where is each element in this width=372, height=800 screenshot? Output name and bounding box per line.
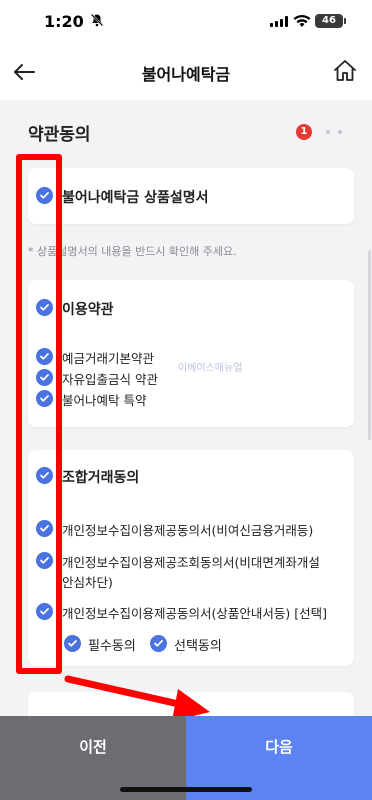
terms-item[interactable]: 불어나예탁 특약	[62, 390, 146, 409]
watermark: 이베이스매뉴얼	[178, 363, 243, 374]
home-button[interactable]	[330, 56, 360, 86]
terms-item[interactable]: 자유입출금식 약관	[62, 369, 158, 388]
status-time: 1:20	[44, 12, 84, 31]
step-indicator: 1	[296, 124, 346, 140]
combined-consent-title[interactable]: 조합거래동의	[62, 467, 139, 487]
terms-item[interactable]: 예금거래기본약관	[62, 348, 154, 367]
step-dot	[326, 130, 330, 134]
page-title: 불어나예탁금	[141, 65, 231, 84]
signal-icon	[270, 16, 288, 27]
required-consent-label[interactable]: 필수동의	[88, 635, 136, 654]
combined-consent-card[interactable]: 조합거래동의 개인정보수집이용제공동의서(비여신금융거래등) 개인정보수집이용제…	[28, 450, 354, 666]
product-description-label[interactable]: 불어나예탁금 상품설명서	[62, 187, 209, 207]
consent-item[interactable]: 개인정보수집이용제공동의서(상품안내서등) [선택]	[62, 603, 327, 622]
bell-slash-icon	[90, 13, 104, 31]
highlight-box	[16, 154, 62, 674]
consent-item[interactable]: 개인정보수집이용제공조회동의서(비대면계좌개설	[62, 552, 320, 571]
product-description-card[interactable]: 불어나예탁금 상품설명서	[28, 168, 354, 224]
optional-consent-check-icon[interactable]	[150, 635, 167, 652]
prev-button-label: 이전	[79, 738, 107, 756]
wifi-icon	[293, 13, 311, 27]
next-button-label: 다음	[265, 738, 293, 756]
consent-item[interactable]: 개인정보수집이용제공동의서(비여신금융거래등)	[62, 520, 313, 539]
step-active: 1	[296, 124, 312, 140]
battery-icon: 46	[315, 14, 346, 28]
section-title: 약관동의	[28, 125, 91, 145]
status-bar: 1:20 46	[0, 0, 372, 44]
home-icon	[334, 60, 356, 81]
terms-card[interactable]: 이용약관 예금거래기본약관 자유입출금식 약관 불어나예탁 특약	[28, 280, 354, 427]
scrollbar[interactable]	[368, 250, 371, 440]
step-dot	[338, 130, 342, 134]
home-indicator	[120, 787, 252, 792]
required-consent-check-icon[interactable]	[64, 635, 81, 652]
consent-item-continued[interactable]: 안심차단)	[62, 572, 113, 591]
optional-consent-label[interactable]: 선택동의	[174, 635, 222, 654]
terms-title[interactable]: 이용약관	[62, 299, 114, 319]
app-header: 불어나예탁금	[0, 44, 372, 100]
